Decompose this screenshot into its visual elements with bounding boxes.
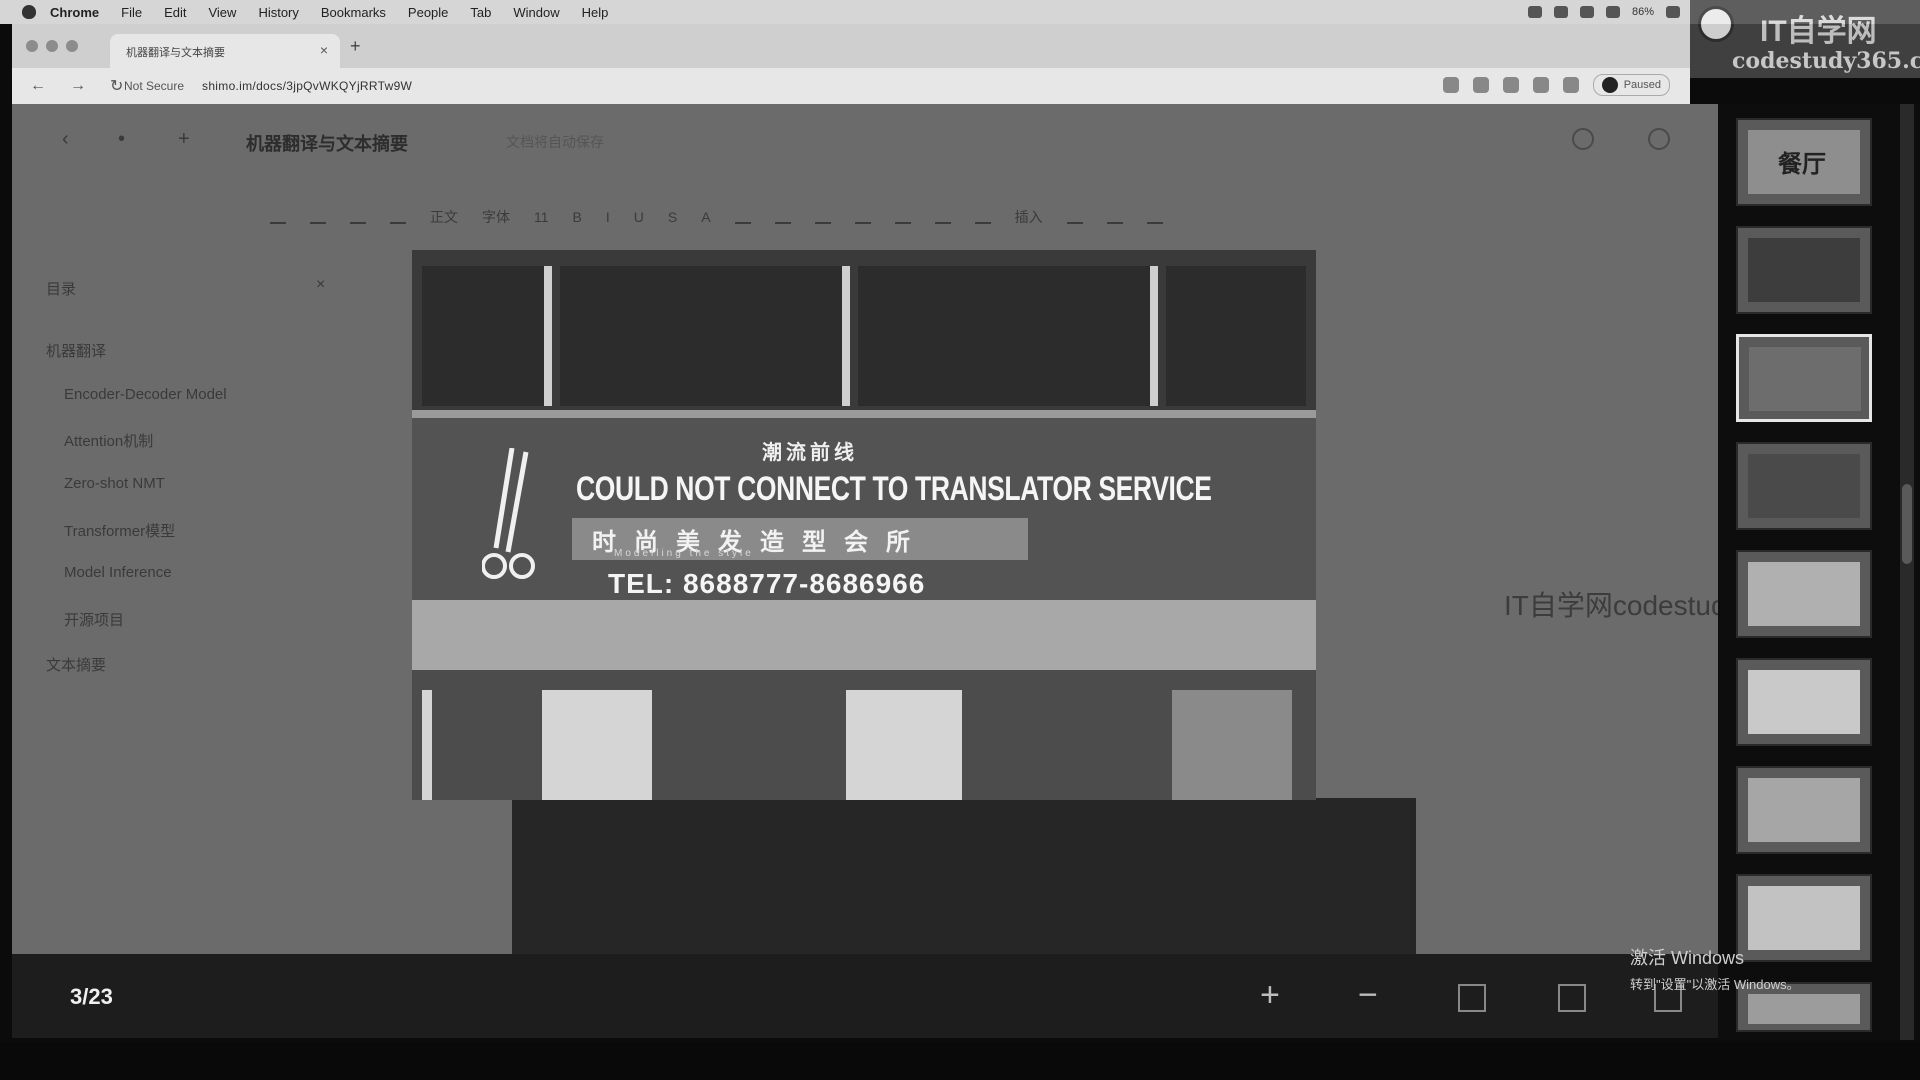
screen-bottom-edge [0,1042,1920,1080]
viewer-bottom-bar: 3/23 + − [12,954,1718,1038]
zoom-icon[interactable] [1442,77,1459,93]
back-button[interactable]: ← [30,77,46,95]
building-window [422,266,552,406]
thumbnail-image [1748,454,1860,518]
macos-menu-bar: Chrome File Edit View History Bookmarks … [0,0,1920,24]
browser-toolbar: ← → ↻ Not Secure shimo.im/docs/3jpQvWKQY… [12,68,1690,104]
apple-icon[interactable] [22,5,36,19]
thumbnail-active[interactable] [1736,334,1872,422]
fit-screen-icon[interactable] [1458,984,1486,1012]
status-icons: 86% [1527,0,1680,24]
paused-label: Paused [1623,79,1661,91]
new-tab-button[interactable]: + [350,36,361,57]
extension-icon[interactable] [1562,77,1579,93]
shop-sign: 潮流前线 COULD NOT CONNECT TO TRANSLATOR SER… [412,410,1316,600]
forward-button[interactable]: → [70,77,86,95]
chrome-window: 机器翻译与文本摘要 × + ← → ↻ Not Secure shimo.im/… [12,24,1690,104]
thumbnail-image [1748,670,1860,734]
scrollbar-thumb[interactable] [1902,484,1912,564]
menu-tab[interactable]: Tab [470,5,491,20]
watermark-logo: IT自学网 codestudy365.com [1690,0,1920,78]
tab-title: 机器翻译与文本摘要 [126,47,225,59]
app-status-icon[interactable] [1553,6,1568,18]
thumbnail-scrollbar[interactable] [1900,104,1914,1040]
zoom-out-button[interactable]: − [1358,976,1378,1015]
minimize-window-button[interactable] [46,40,58,52]
thumbnail-image [1749,347,1861,411]
tab-strip: 机器翻译与文本摘要 × + [12,24,1690,68]
shop-door [1172,690,1292,800]
wifi-icon[interactable] [1605,6,1620,18]
zoom-window-button[interactable] [66,40,78,52]
thumbnail[interactable] [1736,226,1872,314]
sign-phone: TEL: 8688777-8686966 [608,568,926,599]
zoom-in-button[interactable]: + [1260,976,1280,1015]
monkey-logo-icon [1698,6,1734,42]
battery-icon[interactable] [1666,6,1680,18]
thumbnail-image [1748,562,1860,626]
thumbnail-label: 餐厅 [1778,151,1826,178]
shop-pillar [846,690,962,800]
shop-awning [412,600,1316,670]
thumbnail[interactable] [1736,442,1872,530]
thumbnail[interactable]: 餐厅 [1736,118,1872,206]
avatar [1601,77,1618,93]
watermark-brand: IT自学网 [1760,15,1877,48]
address-bar[interactable]: Not Secure shimo.im/docs/3jpQvWKQYjRRTw9… [124,72,1404,100]
extensions-area: Paused [1442,74,1670,96]
building-window [858,266,1158,406]
cloud-icon[interactable] [1527,6,1542,18]
window-controls [26,40,78,52]
thumbnail[interactable] [1736,550,1872,638]
viewer-photo: 潮流前线 COULD NOT CONNECT TO TRANSLATOR SER… [412,250,1416,994]
thumbnail-image: 餐厅 [1748,130,1860,194]
menu-help[interactable]: Help [582,5,609,20]
building-upper-floor [412,250,1316,410]
thumbnail-strip: 餐厅 [1718,104,1920,1040]
profile-paused-button[interactable]: Paused [1592,74,1670,96]
thumbnail-image [1748,238,1860,302]
sign-top-text: 潮流前线 [762,442,858,464]
menu-history[interactable]: History [258,5,298,20]
thumbnail[interactable] [1736,658,1872,746]
menu-chrome[interactable]: Chrome [50,5,99,20]
tab-close-icon[interactable]: × [320,42,328,58]
shop-pillar [542,690,652,800]
wechat-icon[interactable] [1579,6,1594,18]
thumbnail-image [1748,778,1860,842]
sign-tagline: Modelling the style [614,548,754,559]
image-viewer: 潮流前线 COULD NOT CONNECT TO TRANSLATOR SER… [0,104,1920,1042]
actual-size-icon[interactable] [1558,984,1586,1012]
menu-file[interactable]: File [121,5,142,20]
building-window [560,266,850,406]
watermark-domain: codestudy365.com [1732,48,1920,74]
scissors-icon [482,448,535,579]
extension-icon[interactable] [1532,77,1549,93]
menu-view[interactable]: View [208,5,236,20]
activation-title: 激活 Windows [1630,948,1745,968]
not-secure-label[interactable]: Not Secure [124,79,184,93]
battery-percent: 86% [1631,6,1654,18]
close-window-button[interactable] [26,40,38,52]
slide-counter: 3/23 [70,984,113,1009]
thumbnail-image [1748,886,1860,950]
activation-subtitle: 转到"设置"以激活 Windows。 [1630,977,1800,992]
menu-people[interactable]: People [408,5,448,20]
building-window [1166,266,1306,406]
bookmark-star-icon[interactable] [1472,77,1489,93]
url-text[interactable]: shimo.im/docs/3jpQvWKQYjRRTw9W [202,79,412,93]
extension-icon[interactable] [1502,77,1519,93]
menu-window[interactable]: Window [513,5,559,20]
browser-tab[interactable]: 机器翻译与文本摘要 × [110,34,340,68]
reload-button[interactable]: ↻ [110,76,123,96]
shop-pillar [422,690,432,800]
menu-edit[interactable]: Edit [164,5,186,20]
menu-bookmarks[interactable]: Bookmarks [321,5,386,20]
sign-main-text: COULD NOT CONNECT TO TRANSLATOR SERVICE [576,470,1212,508]
windows-activation-notice: 激活 Windows 转到"设置"以激活 Windows。 [1630,944,1800,993]
thumbnail[interactable] [1736,766,1872,854]
thumbnail-image [1748,994,1860,1024]
